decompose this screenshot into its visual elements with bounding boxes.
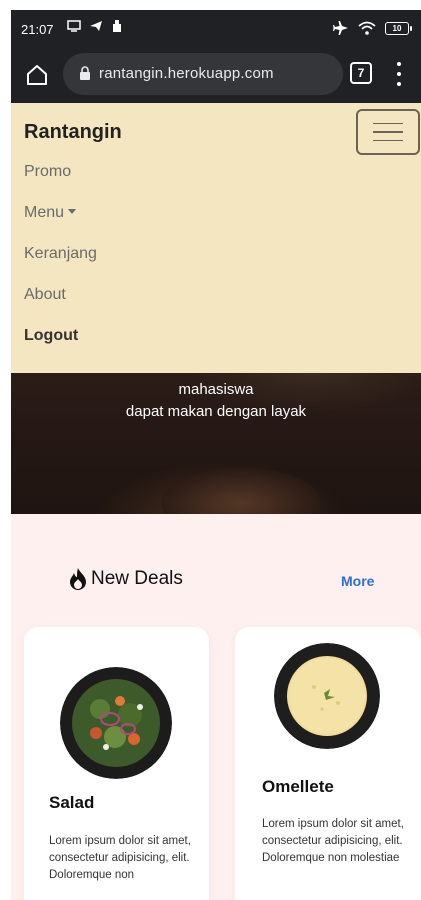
url-text: rantangin.herokuapp.com <box>99 65 274 82</box>
screen-cast-icon <box>67 20 81 32</box>
more-deals-link[interactable]: More <box>341 573 374 589</box>
deal-card-title: Omellete <box>262 777 334 796</box>
nav-item-menu[interactable]: Menu <box>24 204 97 245</box>
deal-card-description: Lorem ipsum dolor sit amet, consectetur … <box>262 818 404 864</box>
deals-heading: New Deals <box>67 567 183 591</box>
deal-card-title: Salad <box>49 793 95 812</box>
brand-logo[interactable]: Rantangin <box>24 121 122 144</box>
tab-switcher-button[interactable]: 7 <box>350 62 372 84</box>
nav-item-promo[interactable]: Promo <box>24 163 97 204</box>
address-bar[interactable]: rantangin.herokuapp.com <box>63 53 343 95</box>
deals-title: New Deals <box>91 568 183 589</box>
site-navbar: Rantangin Promo Menu Keranjang About Log… <box>11 103 421 373</box>
nav-item-menu-label: Menu <box>24 204 65 221</box>
deal-card-omellete[interactable]: Omellete Lorem ipsum dolor sit amet, con… <box>235 627 421 900</box>
nav-menu: Promo Menu Keranjang About Logout <box>24 163 97 368</box>
caret-down-icon <box>68 209 77 214</box>
battery-icon: 10 <box>385 21 412 35</box>
omelette-plate-image <box>274 643 380 749</box>
new-deals-section: New Deals More Salad Lorem ipsum dolor s… <box>11 514 421 900</box>
fire-icon <box>70 568 86 590</box>
lock-icon <box>80 66 90 80</box>
notification-icon <box>113 20 121 32</box>
deal-card-description: Lorem ipsum dolor sit amet, consectetur … <box>49 835 191 881</box>
browser-toolbar: rantangin.herokuapp.com 7 <box>11 48 421 103</box>
hero-text-line1: mahasiswa <box>178 381 254 398</box>
hero-banner: mahasiswa dapat makan dengan layak <box>11 373 421 514</box>
airplane-mode-icon <box>333 21 348 35</box>
nav-item-keranjang[interactable]: Keranjang <box>24 245 97 286</box>
navbar-toggle-button[interactable] <box>356 109 420 155</box>
deal-card-salad[interactable]: Salad Lorem ipsum dolor sit amet, consec… <box>24 627 209 900</box>
nav-item-about[interactable]: About <box>24 286 97 327</box>
browser-menu-icon[interactable] <box>396 62 402 86</box>
food-plate-background <box>161 468 321 514</box>
wifi-icon <box>358 21 376 35</box>
status-time: 21:07 <box>21 22 54 37</box>
nav-item-logout[interactable]: Logout <box>24 327 97 368</box>
status-bar: 21:07 10 <box>11 10 421 48</box>
home-icon[interactable] <box>25 63 49 87</box>
hero-text-line2: dapat makan dengan layak <box>125 403 307 420</box>
salad-bowl-image <box>60 667 172 779</box>
telegram-icon <box>90 21 102 31</box>
